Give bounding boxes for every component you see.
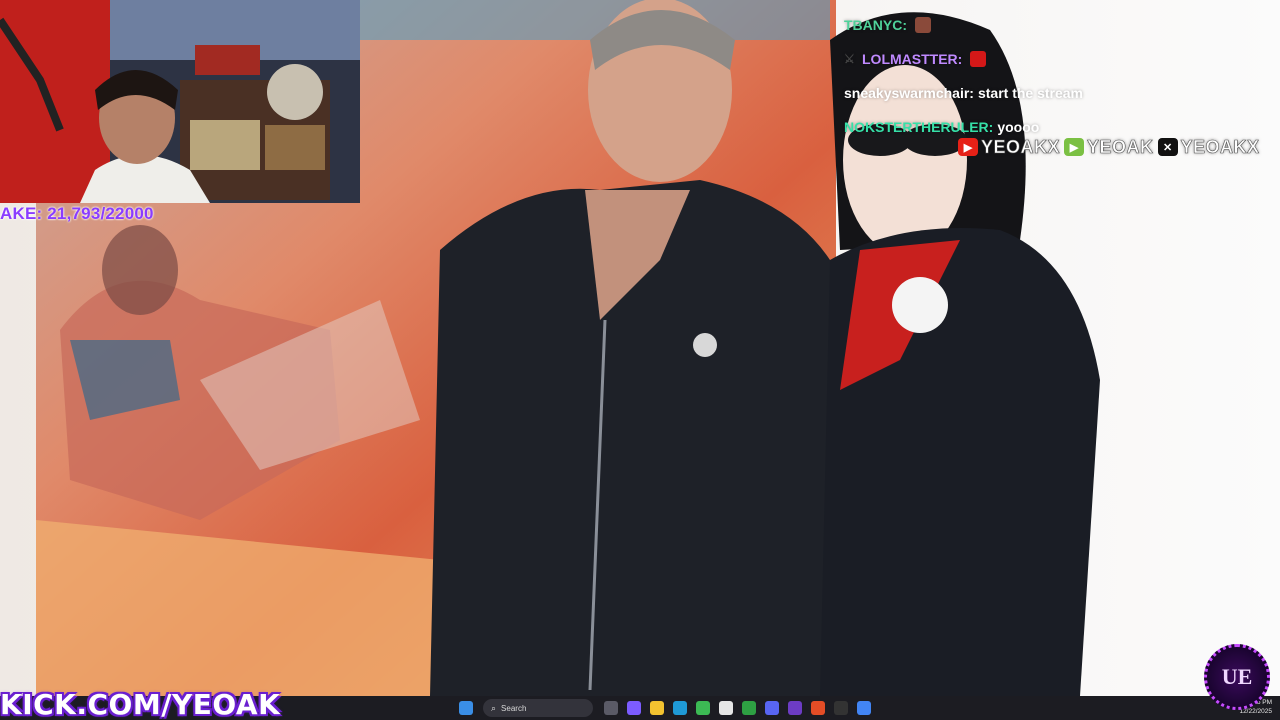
emote-icon: [915, 17, 931, 33]
social-x: ✕ YEOAKX: [1157, 136, 1260, 158]
edge-icon[interactable]: [672, 701, 687, 715]
chat-username: LOLMASTTER:: [862, 51, 963, 67]
search-placeholder: Search: [501, 703, 527, 713]
chrome-icon[interactable]: [856, 701, 871, 715]
discord-icon[interactable]: [764, 701, 779, 715]
chat-text: yoooo: [997, 119, 1040, 135]
chrome-icon[interactable]: [695, 701, 710, 715]
taskbar-search[interactable]: ⌕ Search: [483, 699, 593, 717]
browser-icon[interactable]: [810, 701, 825, 715]
windows-start-icon[interactable]: [458, 701, 473, 715]
social-rumble: ▶ YEOAK: [1064, 136, 1154, 158]
chat-message: sneakyswarmchair: start the stream: [844, 76, 1280, 110]
webcam-feed: [0, 0, 360, 203]
flag-albania-icon: [970, 51, 987, 67]
chat-username: sneakyswarmchair:: [844, 85, 974, 101]
x-icon: ✕: [1157, 138, 1178, 156]
social-handle: YEOAKX: [1180, 136, 1260, 157]
file-explorer-icon[interactable]: [649, 701, 664, 715]
app-icon[interactable]: [833, 701, 848, 715]
chat-message: ⚔ LOLMASTTER:: [844, 42, 1280, 76]
channel-logo-badge: UE: [1204, 644, 1270, 710]
obs-icon[interactable]: [787, 701, 802, 715]
sub-goal-counter: AKE: 21,793/22000: [0, 204, 154, 223]
socials-ticker: ▶ YEOAKX ▶ YEOAK ✕ YEOAKX: [958, 135, 1264, 159]
store-icon[interactable]: [718, 701, 733, 715]
sword-icon: ⚔: [844, 52, 855, 66]
chat-overlay: TBANYC: ⚔ LOLMASTTER: sneakyswarmchair: …: [844, 8, 1280, 144]
social-youtube: ▶ YEOAKX: [958, 136, 1061, 158]
task-view-icon[interactable]: [603, 701, 618, 715]
taskbar-apps: ⌕ Search: [454, 698, 875, 718]
copilot-icon[interactable]: [626, 701, 641, 715]
kick-url-banner: KICK.COM/YEOAK: [0, 688, 281, 720]
search-icon: ⌕: [491, 702, 497, 713]
chat-username: NOKSTERTHERULER:: [844, 119, 994, 135]
chat-username: TBANYC:: [844, 17, 907, 33]
social-handle: YEOAKX: [981, 136, 1061, 157]
chat-message: TBANYC:: [844, 8, 1280, 42]
youtube-icon: ▶: [958, 138, 978, 156]
rumble-icon: ▶: [1064, 138, 1085, 156]
social-handle: YEOAK: [1087, 136, 1154, 157]
webcam-overlay: [0, 0, 360, 203]
chat-text: start the stream: [977, 85, 1084, 101]
xbox-icon[interactable]: [741, 701, 756, 715]
